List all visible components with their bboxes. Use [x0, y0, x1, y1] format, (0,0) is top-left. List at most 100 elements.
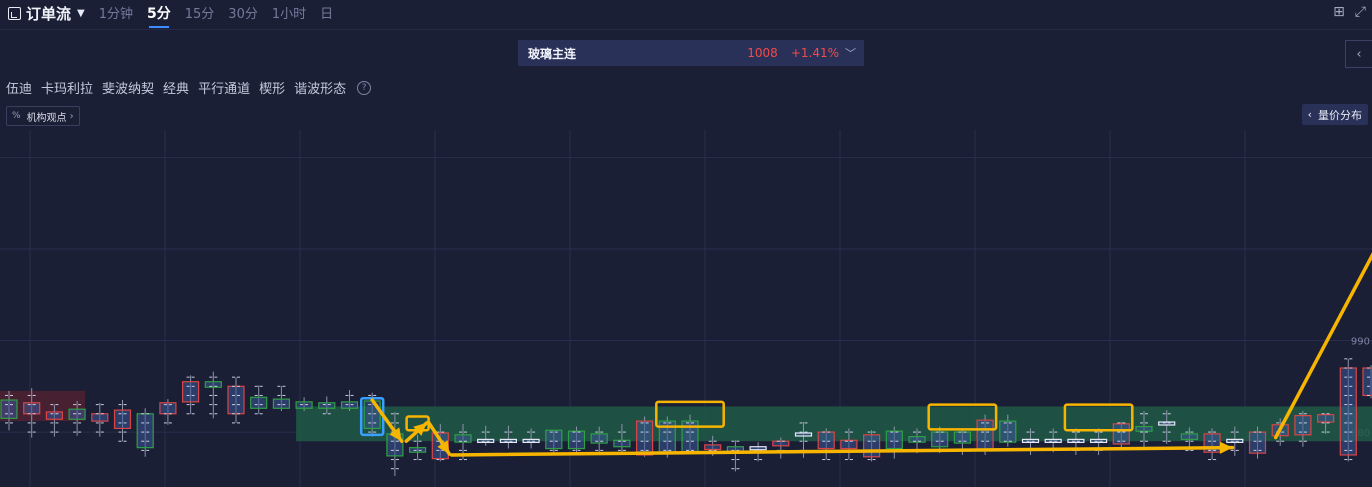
tab-15min[interactable]: 15分	[185, 3, 215, 23]
candle-fill	[273, 399, 290, 409]
top-bar: 订单流 ▼ 1分钟 5分 15分 30分 1小时 日 ⊞ ⤢	[0, 0, 1372, 28]
candle-fill	[46, 411, 63, 420]
candle-fill	[1113, 423, 1130, 444]
last-price: 1008	[747, 46, 778, 60]
volume-profile-button[interactable]: ‹ 量价分布	[1301, 104, 1368, 125]
candle-fill	[818, 432, 835, 449]
candle	[817, 428, 835, 461]
chevron-left-small-icon: ‹	[1307, 108, 1312, 121]
candle-fill	[1249, 432, 1266, 454]
header-divider	[0, 29, 1372, 30]
candle	[227, 376, 245, 424]
chevron-right-icon: ›	[69, 110, 74, 122]
candle-fill	[341, 401, 358, 409]
candle	[545, 429, 563, 454]
candle-fill	[228, 386, 244, 414]
candle-fill	[636, 421, 653, 455]
help-circle-icon[interactable]: ?	[357, 80, 372, 95]
price-change: +1.41%	[790, 46, 839, 60]
candle-fill	[91, 413, 108, 422]
candle-fill	[591, 433, 608, 444]
grid-icon[interactable]: ⊞	[1333, 4, 1345, 20]
candle	[1362, 365, 1372, 399]
annotation-arrow	[1273, 252, 1372, 440]
candle-fill	[999, 421, 1016, 443]
top-right-tools: ⊞ ⤢	[1333, 4, 1366, 20]
chart-title: 订单流	[26, 4, 72, 23]
candle-fill	[159, 402, 176, 414]
candle-fill	[1294, 415, 1311, 435]
candle-fill	[1, 400, 17, 419]
contract-name: 玻璃主连	[528, 46, 577, 61]
tool-parallel-channel[interactable]: 平行通道	[198, 78, 250, 97]
candle	[567, 426, 586, 454]
candle-fill	[69, 409, 86, 420]
candle-fill	[250, 397, 267, 409]
candle	[272, 385, 290, 412]
chart-icon	[8, 6, 21, 20]
tab-1hour[interactable]: 1小时	[272, 3, 306, 23]
candle-fill	[1340, 368, 1357, 455]
candle	[726, 440, 745, 472]
candle-fill	[114, 410, 131, 429]
quote-bar[interactable]: 玻璃主连 1008 +1.41% ﹀	[518, 40, 864, 66]
tab-day[interactable]: 日	[320, 3, 333, 23]
annotation-arrowhead	[1219, 441, 1233, 454]
order-flow-chart[interactable]: 990980	[0, 0, 1372, 487]
candle-fill	[772, 441, 789, 446]
candle-fill	[296, 401, 313, 409]
tab-30min[interactable]: 30分	[228, 3, 258, 23]
candle	[862, 430, 881, 462]
candle-fill	[455, 434, 471, 443]
candle-fill	[909, 436, 925, 443]
candle	[113, 400, 132, 442]
candle	[91, 402, 109, 437]
y-tick-label: 990	[1351, 337, 1370, 348]
candle-fill	[1181, 433, 1198, 440]
candle	[885, 426, 903, 459]
institution-view-button[interactable]: % 机构观点 ›	[6, 106, 80, 126]
chart-type-dropdown[interactable]: 订单流 ▼	[8, 3, 85, 24]
candle-fill	[182, 381, 199, 402]
candle-fill	[23, 402, 40, 414]
candle	[1112, 422, 1130, 450]
tool-wudi[interactable]: 伍迪	[6, 78, 32, 97]
candle-fill	[954, 432, 971, 444]
candle	[635, 416, 654, 457]
tool-camarilla[interactable]: 卡玛利拉	[41, 78, 93, 97]
candle	[204, 371, 222, 419]
tool-fibonacci[interactable]: 斐波纳契	[102, 78, 154, 97]
candle-fill	[409, 447, 426, 453]
expand-icon[interactable]: ⤢	[1355, 4, 1366, 20]
candle	[182, 375, 200, 415]
candle-fill	[205, 381, 222, 388]
tab-5min[interactable]: 5分	[147, 3, 171, 28]
candle-fill	[1363, 368, 1372, 396]
candle	[136, 408, 154, 457]
candle-fill	[840, 440, 857, 449]
candle-fill	[545, 430, 562, 449]
candle	[340, 389, 359, 412]
candle	[1294, 411, 1312, 447]
candle-fill	[568, 431, 585, 449]
tool-classic[interactable]: 经典	[163, 78, 189, 97]
candle-fill	[704, 444, 721, 450]
chevron-left-icon[interactable]: ‹	[1345, 40, 1372, 68]
candle-fill	[886, 431, 903, 449]
candle	[1339, 358, 1357, 462]
candle-fill	[613, 440, 630, 447]
candle-fill	[863, 434, 880, 457]
tool-wedge[interactable]: 楔形	[259, 78, 285, 97]
candle	[772, 437, 790, 459]
institution-view-label: 机构观点	[26, 112, 67, 124]
candle-fill	[1317, 414, 1334, 423]
period-tabs: 1分钟 5分 15分 30分 1小时 日	[99, 3, 347, 28]
tab-1min[interactable]: 1分钟	[99, 3, 133, 23]
candle-fill	[1136, 426, 1152, 432]
chevron-down-icon[interactable]: ﹀	[845, 45, 856, 61]
tool-harmonic[interactable]: 谐波形态	[294, 78, 346, 97]
candle	[159, 399, 177, 425]
candle-fill	[931, 432, 948, 447]
candle-fill	[137, 413, 154, 448]
candle	[250, 385, 268, 415]
